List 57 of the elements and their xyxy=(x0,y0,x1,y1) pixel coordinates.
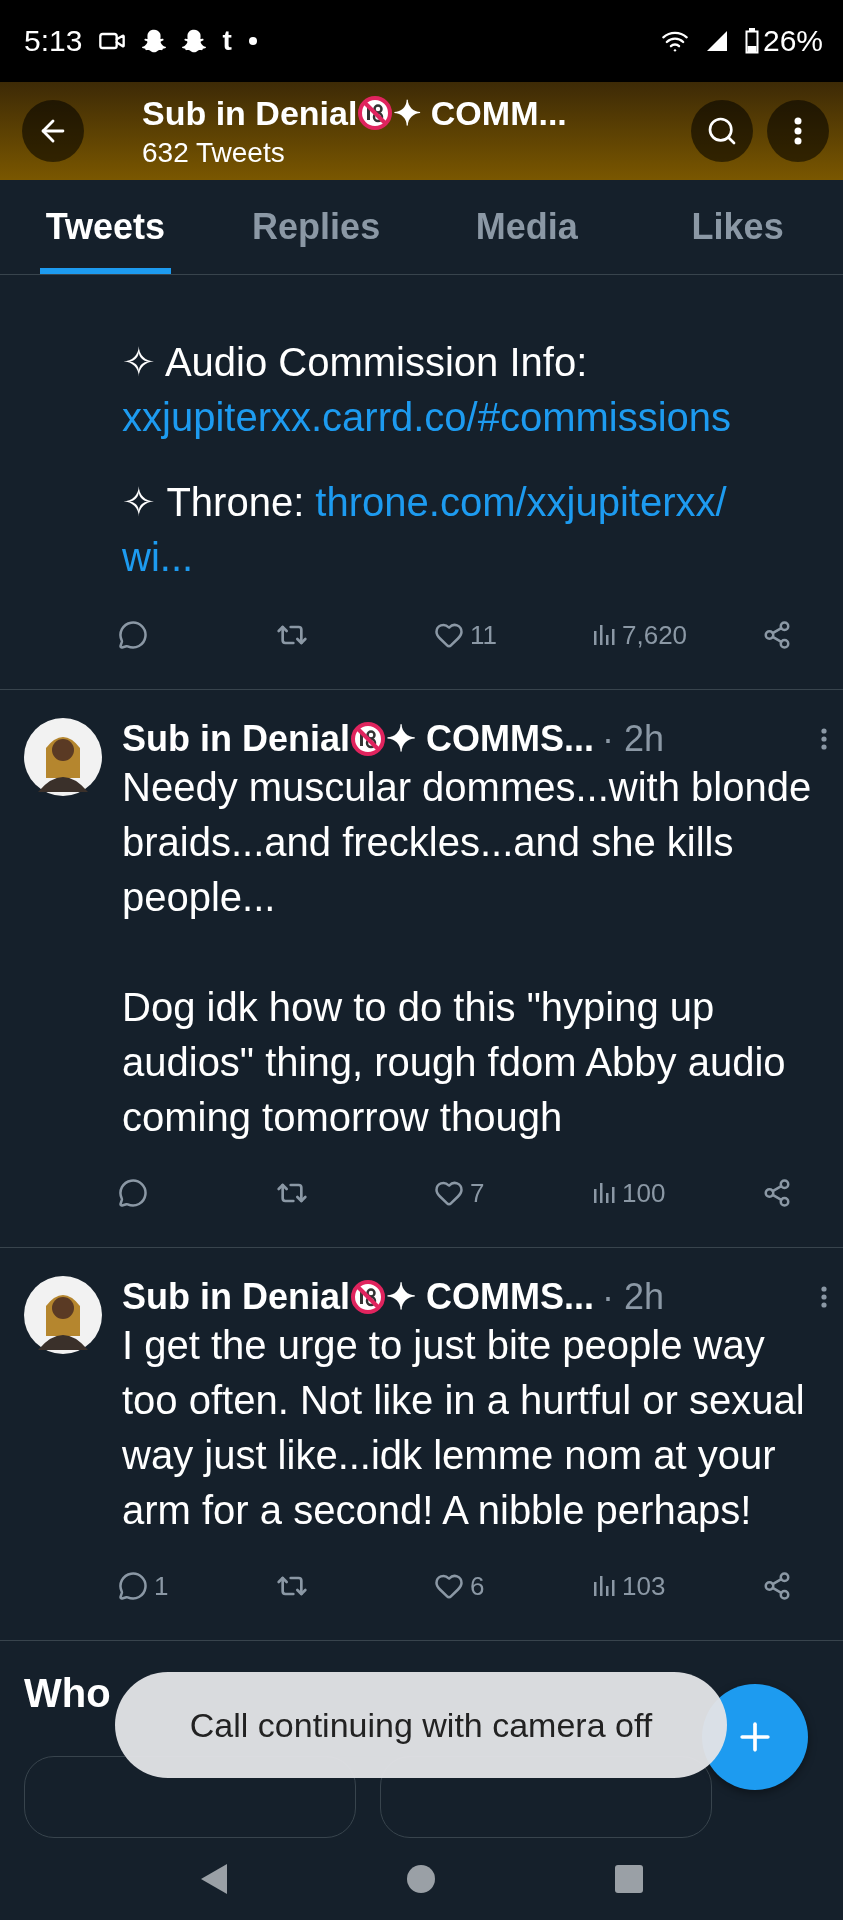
reply-count: 1 xyxy=(154,1570,169,1602)
reply-icon[interactable] xyxy=(118,1571,148,1602)
tab[interactable]: Likes xyxy=(672,180,803,275)
no-18-icon xyxy=(350,1279,387,1316)
toast-message: Call continuing with camera off xyxy=(189,1705,653,1745)
battery-percent: 26% xyxy=(762,23,823,58)
ghost-icon xyxy=(182,28,207,53)
account-name: Sub in Denial xyxy=(142,93,358,133)
tweet-text: Needy muscular dommes...with blonde braids...and freckles...and she kills people... xyxy=(122,765,813,920)
bar-chart-icon xyxy=(592,1181,616,1206)
notification-dot-icon xyxy=(247,35,258,46)
share-icon[interactable] xyxy=(762,620,792,651)
tweet-text: ✧ Audio Commission Info: xyxy=(122,340,588,385)
tweet-time: · 2h xyxy=(602,1276,665,1319)
like-count: 7 xyxy=(470,1177,485,1209)
account-name: Sub in Denial xyxy=(122,1276,351,1319)
search-icon xyxy=(706,115,738,147)
reply-icon[interactable] xyxy=(118,1178,148,1209)
no-18-icon xyxy=(357,95,394,131)
avatar[interactable] xyxy=(24,1276,102,1355)
share-icon[interactable] xyxy=(762,1178,792,1209)
avatar[interactable] xyxy=(24,718,102,797)
bar-chart-icon xyxy=(592,623,616,648)
share-icon[interactable] xyxy=(762,1571,792,1602)
battery-icon xyxy=(744,27,759,54)
like-count: 6 xyxy=(470,1570,485,1602)
account-name-suffix: ✦ COMM... xyxy=(393,93,567,133)
tweet-text: Dog idk how to do this "hyping up audios" thing, rough fdom Abby audio coming tomorrow though xyxy=(122,985,787,1140)
reply-icon[interactable] xyxy=(118,620,148,651)
app-letter-icon: t xyxy=(222,24,232,57)
like-count: 11 xyxy=(470,619,497,651)
home-nav-icon[interactable] xyxy=(406,1864,437,1895)
no-18-icon xyxy=(350,721,387,758)
view-count: 103 xyxy=(622,1570,666,1602)
view-count: 7,620 xyxy=(622,619,688,651)
more-icon xyxy=(794,117,802,145)
more-icon[interactable] xyxy=(821,1286,827,1309)
tweet-text: ✧ Throne: xyxy=(122,480,306,525)
clock: 5:13 xyxy=(24,23,83,58)
recents-nav-icon[interactable] xyxy=(614,1864,645,1895)
account-name-suffix: ✦ COMMS... xyxy=(386,718,595,761)
view-count: 100 xyxy=(622,1177,666,1209)
more-icon[interactable] xyxy=(821,728,827,751)
ghost-icon xyxy=(142,28,167,53)
link[interactable]: wi... xyxy=(122,535,194,580)
account-name: Sub in Denial xyxy=(122,718,351,761)
tweet-count: 632 Tweets xyxy=(142,137,286,169)
section-title: Who xyxy=(24,1671,111,1716)
link[interactable]: xxjupiterxx.carrd.co/#commissions xyxy=(122,395,732,440)
tab[interactable]: Tweets xyxy=(40,180,171,275)
bar-chart-icon xyxy=(592,1574,616,1599)
tab[interactable]: Media xyxy=(461,180,593,275)
link[interactable]: throne.com/xxjupiterxx/ xyxy=(315,480,727,525)
tweet-time: · 2h xyxy=(602,718,665,761)
tab[interactable]: Replies xyxy=(250,180,382,275)
account-name-suffix: ✦ COMMS... xyxy=(386,1276,595,1319)
tweet-text: I get the urge to just bite people way too often. Not like in a hurtful or sexual way just like...idk lemme nom at your arm for a second! A nibble perhaps! xyxy=(122,1323,806,1533)
